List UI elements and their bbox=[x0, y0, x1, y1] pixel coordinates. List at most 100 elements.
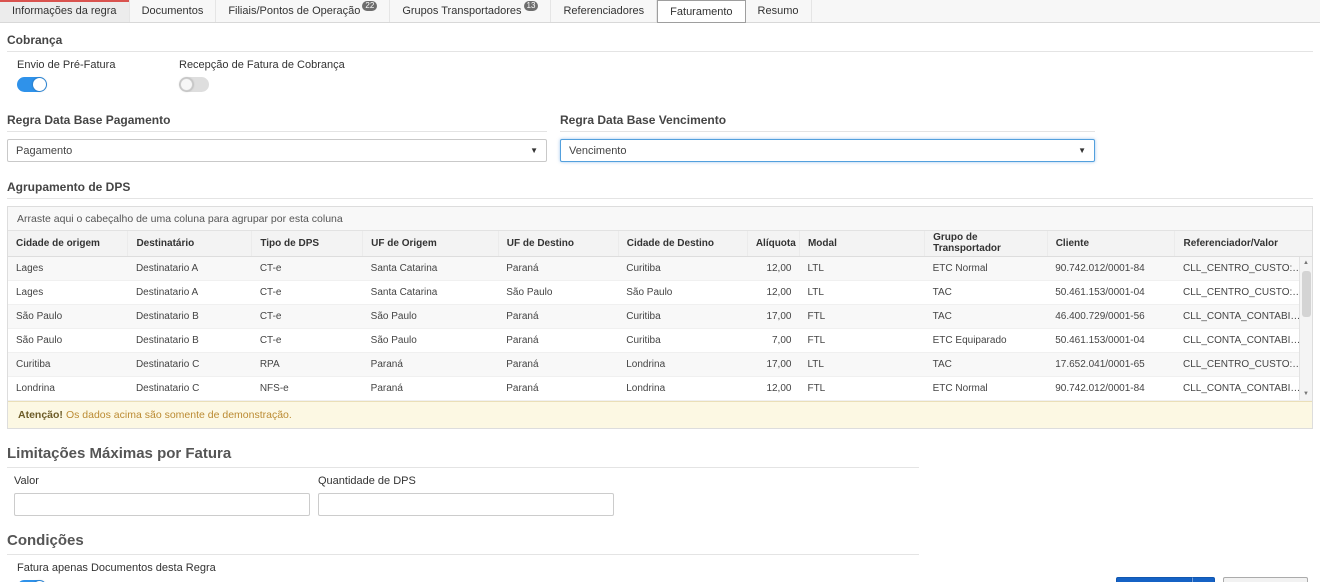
table-cell: Londrina bbox=[618, 352, 747, 376]
quantidade-dps-input[interactable] bbox=[318, 493, 614, 516]
tab-label: Faturamento bbox=[670, 6, 732, 18]
tab-resumo[interactable]: Resumo bbox=[746, 0, 812, 22]
table-cell: RPA bbox=[252, 352, 363, 376]
selected-value: Vencimento bbox=[569, 145, 626, 157]
column-header[interactable]: UF de Destino bbox=[498, 231, 618, 256]
column-header[interactable]: Cidade de Destino bbox=[618, 231, 747, 256]
tab-label: Filiais/Pontos de Operação bbox=[228, 5, 360, 17]
table-cell: São Paulo bbox=[498, 280, 618, 304]
toggle-knob bbox=[180, 78, 193, 91]
warning-bold-text: Atenção! bbox=[18, 409, 63, 421]
column-header[interactable]: Alíquota bbox=[747, 231, 799, 256]
cobranca-toggles: Envio de Pré-Fatura Recepção de Fatura d… bbox=[17, 59, 1313, 97]
dps-grid: Arraste aqui o cabeçalho de uma coluna p… bbox=[7, 206, 1313, 429]
column-header[interactable]: UF de Origem bbox=[363, 231, 499, 256]
quantidade-dps-label: Quantidade de DPS bbox=[318, 475, 614, 487]
tab-label: Informações da regra bbox=[12, 5, 117, 17]
table-cell: Paraná bbox=[498, 328, 618, 352]
tab-documentos[interactable]: Documentos bbox=[130, 0, 217, 22]
table-cell: 12,00 bbox=[747, 256, 799, 280]
tab-label: Documentos bbox=[142, 5, 204, 17]
cancel-button[interactable]: ⊘ Cancelar bbox=[1223, 577, 1308, 582]
table-cell: Destinatario A bbox=[128, 280, 252, 304]
tab-faturamento[interactable]: Faturamento bbox=[657, 0, 745, 23]
condicoes-title: Condições bbox=[7, 532, 919, 555]
table-cell: Destinatario B bbox=[128, 304, 252, 328]
table-cell: ETC Equiparado bbox=[925, 328, 1048, 352]
table-row[interactable]: São PauloDestinatario BCT-eSão PauloPara… bbox=[8, 328, 1312, 352]
table-cell: CLL_CONTA_CONTABIL: DEPART_A bbox=[1175, 304, 1312, 328]
table-cell: Paraná bbox=[363, 352, 499, 376]
column-header[interactable]: Cidade de origem bbox=[8, 231, 128, 256]
table-row[interactable]: LagesDestinatario ACT-eSanta CatarinaSão… bbox=[8, 280, 1312, 304]
regra-vencimento-title: Regra Data Base Vencimento bbox=[560, 113, 1095, 132]
tab-filiais-pontos-de-operacao[interactable]: Filiais/Pontos de Operação 22 bbox=[216, 0, 390, 22]
grid-group-panel[interactable]: Arraste aqui o cabeçalho de uma coluna p… bbox=[8, 207, 1312, 231]
selected-value: Pagamento bbox=[16, 145, 72, 157]
table-cell: Destinatario C bbox=[128, 376, 252, 400]
table-cell: CT-e bbox=[252, 256, 363, 280]
table-cell: São Paulo bbox=[363, 328, 499, 352]
valor-input[interactable] bbox=[14, 493, 310, 516]
column-header[interactable]: Referenciador/Valor bbox=[1175, 231, 1312, 256]
table-row[interactable]: São PauloDestinatario BCT-eSão PauloPara… bbox=[8, 304, 1312, 328]
table-cell: 17,00 bbox=[747, 352, 799, 376]
column-header[interactable]: Modal bbox=[799, 231, 924, 256]
table-cell: 17,00 bbox=[747, 304, 799, 328]
column-header[interactable]: Grupo de Transportador bbox=[925, 231, 1048, 256]
tab-informacoes-da-regra[interactable]: Informações da regra bbox=[0, 0, 130, 22]
envio-pre-fatura-toggle[interactable] bbox=[17, 77, 47, 92]
regra-pagamento-title: Regra Data Base Pagamento bbox=[7, 113, 547, 132]
table-cell: São Paulo bbox=[8, 328, 128, 352]
tab-count-badge: 22 bbox=[362, 1, 377, 11]
table-cell: Paraná bbox=[498, 304, 618, 328]
table-cell: Destinatario C bbox=[128, 352, 252, 376]
table-row[interactable]: LondrinaDestinatario CNFS-eParanáParanáL… bbox=[8, 376, 1312, 400]
table-cell: Londrina bbox=[618, 376, 747, 400]
table-cell: Paraná bbox=[498, 352, 618, 376]
grid-vertical-scrollbar[interactable]: ▲ ▼ bbox=[1299, 257, 1312, 400]
regra-vencimento-group: Regra Data Base Vencimento Vencimento ▼ bbox=[560, 113, 1095, 162]
scrollbar-thumb[interactable] bbox=[1302, 271, 1311, 317]
save-split-button: Gravar ▲ bbox=[1116, 577, 1215, 582]
toggle-knob bbox=[33, 78, 46, 91]
table-cell: 50.461.153/0001-04 bbox=[1047, 280, 1175, 304]
scroll-up-icon[interactable]: ▲ bbox=[1300, 257, 1312, 269]
table-cell: CLL_CONTA_CONTABIL: DEPART_A bbox=[1175, 376, 1312, 400]
valor-field-group: Valor bbox=[14, 475, 310, 516]
dps-table: Cidade de origemDestinatárioTipo de DPSU… bbox=[8, 231, 1312, 401]
tab-referenciadores[interactable]: Referenciadores bbox=[551, 0, 657, 22]
scroll-down-icon[interactable]: ▼ bbox=[1300, 388, 1312, 400]
table-cell: Paraná bbox=[363, 376, 499, 400]
faturamento-panel: Cobrança Envio de Pré-Fatura Recepção de… bbox=[0, 23, 1320, 582]
save-button[interactable]: Gravar bbox=[1116, 577, 1192, 582]
fatura-apenas-label: Fatura apenas Documentos desta Regra bbox=[17, 562, 919, 574]
save-options-dropdown-button[interactable]: ▲ bbox=[1192, 577, 1215, 582]
table-cell: TAC bbox=[925, 280, 1048, 304]
tab-grupos-transportadores[interactable]: Grupos Transportadores 13 bbox=[390, 0, 551, 22]
cobranca-title: Cobrança bbox=[7, 33, 1313, 52]
tab-bar: Informações da regra Documentos Filiais/… bbox=[0, 0, 1320, 23]
table-cell: FTL bbox=[799, 328, 924, 352]
regra-vencimento-select[interactable]: Vencimento ▼ bbox=[560, 139, 1095, 162]
table-row[interactable]: LagesDestinatario ACT-eSanta CatarinaPar… bbox=[8, 256, 1312, 280]
dps-table-body: LagesDestinatario ACT-eSanta CatarinaPar… bbox=[8, 256, 1312, 400]
limitacoes-fields: Valor Quantidade de DPS bbox=[14, 475, 1313, 516]
table-row[interactable]: CuritibaDestinatario CRPAParanáParanáLon… bbox=[8, 352, 1312, 376]
table-cell: CLL_CENTRO_CUSTO: TL_DIST bbox=[1175, 280, 1312, 304]
quantidade-dps-field-group: Quantidade de DPS bbox=[318, 475, 614, 516]
table-cell: 7,00 bbox=[747, 328, 799, 352]
column-header[interactable]: Destinatário bbox=[128, 231, 252, 256]
table-cell: Curitiba bbox=[618, 304, 747, 328]
table-cell: Santa Catarina bbox=[363, 256, 499, 280]
column-header[interactable]: Cliente bbox=[1047, 231, 1175, 256]
recepcao-fatura-toggle[interactable] bbox=[179, 77, 209, 92]
recepcao-fatura-label: Recepção de Fatura de Cobrança bbox=[179, 59, 345, 71]
column-header[interactable]: Tipo de DPS bbox=[252, 231, 363, 256]
table-cell: 90.742.012/0001-84 bbox=[1047, 256, 1175, 280]
table-cell: Curitiba bbox=[8, 352, 128, 376]
chevron-down-icon: ▼ bbox=[530, 146, 538, 155]
section-cobranca: Cobrança Envio de Pré-Fatura Recepção de… bbox=[7, 33, 1313, 97]
table-cell: 12,00 bbox=[747, 376, 799, 400]
regra-pagamento-select[interactable]: Pagamento ▼ bbox=[7, 139, 547, 162]
